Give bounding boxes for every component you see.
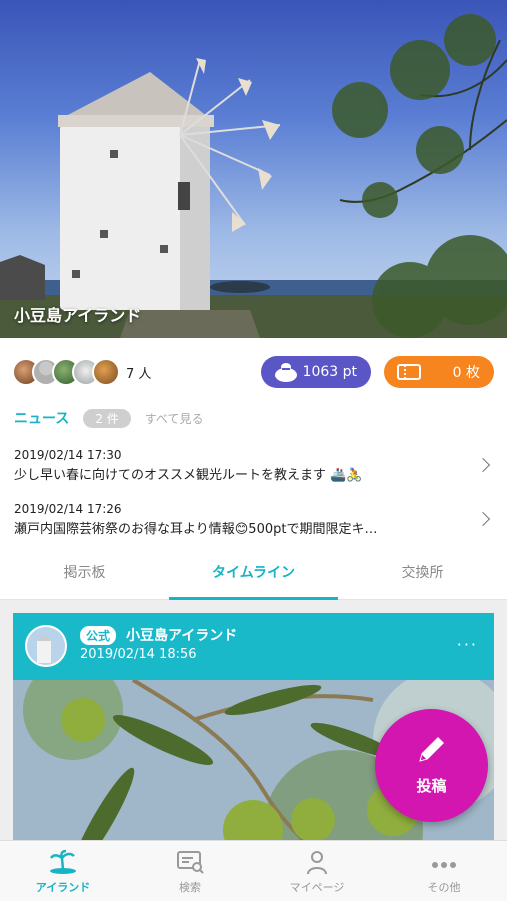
points-value: 1063 pt bbox=[302, 364, 357, 380]
author-avatar[interactable] bbox=[25, 625, 67, 667]
nav-island[interactable]: アイランド bbox=[0, 841, 126, 901]
nav-other[interactable]: その他 bbox=[381, 841, 507, 901]
hero-image: 小豆島アイランド bbox=[0, 0, 507, 338]
nav-label: 検索 bbox=[179, 881, 201, 894]
points-button[interactable]: 1063 pt bbox=[261, 356, 371, 388]
news-see-all-link[interactable]: すべて見る bbox=[145, 410, 204, 427]
news-item[interactable]: 2019/02/14 17:26 瀬戸内国際芸術祭のお得な耳より情報😊500pt… bbox=[14, 502, 494, 537]
news-date: 2019/02/14 17:30 bbox=[14, 448, 122, 462]
news-title: ニュース bbox=[14, 411, 70, 427]
pencil-icon bbox=[419, 737, 444, 762]
member-count: 7 人 bbox=[126, 366, 152, 382]
ticket-icon bbox=[394, 361, 424, 383]
news-text: 少し早い春に向けてのオススメ観光ルートを教えます 🚢🚴 bbox=[14, 468, 363, 483]
tab-timeline[interactable]: タイムライン bbox=[169, 557, 338, 600]
island-icon bbox=[0, 841, 126, 875]
nav-label: アイランド bbox=[35, 881, 91, 894]
news-text: 瀬戸内国際芸術祭のお得な耳より情報😊500ptで期間限定キ… bbox=[14, 522, 378, 537]
fab-label: 投稿 bbox=[416, 777, 447, 795]
tab-exchange[interactable]: 交換所 bbox=[338, 557, 507, 597]
nav-search[interactable]: 検索 bbox=[127, 841, 253, 901]
official-badge: 公式 bbox=[80, 626, 117, 645]
tab-bulletin-board[interactable]: 掲示板 bbox=[0, 557, 169, 597]
post-fab-button[interactable]: 投稿 bbox=[375, 709, 488, 822]
news-date: 2019/02/14 17:26 bbox=[14, 502, 122, 516]
tickets-value: 0 枚 bbox=[452, 365, 480, 381]
member-avatar bbox=[92, 358, 120, 386]
member-avatars[interactable]: 7 人 bbox=[12, 356, 151, 388]
more-options-icon[interactable]: ··· bbox=[457, 635, 478, 654]
person-icon bbox=[254, 841, 380, 875]
island-title: 小豆島アイランド bbox=[14, 306, 142, 325]
content-tabs: 掲示板 タイムライン 交換所 bbox=[0, 557, 507, 600]
tickets-button[interactable]: 0 枚 bbox=[384, 356, 494, 388]
bottom-navigation: アイランド 検索 マイページ その他 bbox=[0, 840, 507, 901]
post-header: 公式 小豆島アイランド 2019/02/14 18:56 ··· bbox=[13, 613, 494, 680]
search-icon bbox=[127, 841, 253, 875]
post-date: 2019/02/14 18:56 bbox=[80, 647, 197, 662]
news-item[interactable]: 2019/02/14 17:30 少し早い春に向けてのオススメ観光ルートを教えま… bbox=[14, 448, 494, 483]
more-dots-icon bbox=[381, 841, 507, 875]
news-header: ニュース 2 件 すべて見る bbox=[14, 407, 203, 429]
nav-label: マイページ bbox=[289, 881, 345, 894]
nav-label: その他 bbox=[427, 881, 461, 894]
nav-mypage[interactable]: マイページ bbox=[254, 841, 380, 901]
news-count-badge: 2 件 bbox=[83, 408, 131, 428]
windmill-photo bbox=[0, 14, 507, 338]
money-bag-icon bbox=[271, 361, 301, 383]
post-author-name[interactable]: 小豆島アイランド bbox=[126, 625, 237, 645]
